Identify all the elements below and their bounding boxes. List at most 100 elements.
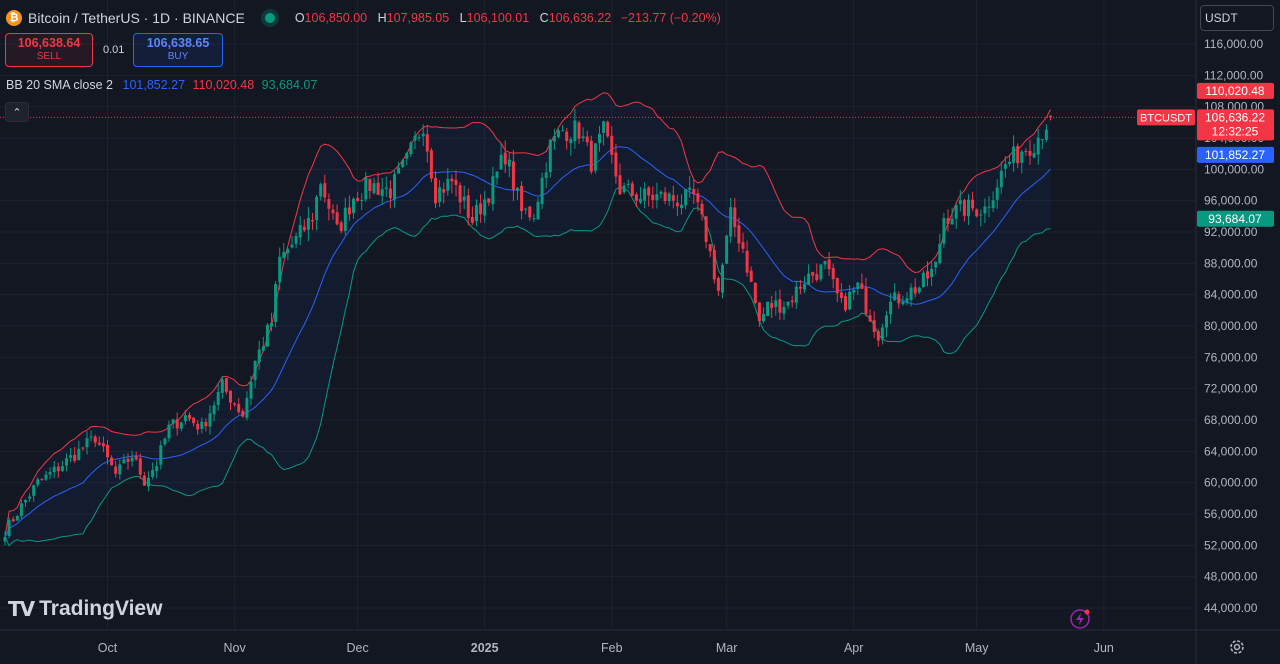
candle-body xyxy=(872,320,876,332)
candle-body xyxy=(815,274,819,281)
candle-body xyxy=(1003,164,1007,169)
candle-body xyxy=(438,187,442,203)
gear-icon[interactable] xyxy=(1228,638,1246,656)
candle xyxy=(593,143,597,174)
lightning-icon[interactable] xyxy=(1069,608,1091,630)
candle-body xyxy=(446,178,450,191)
candle-body xyxy=(134,456,138,460)
candle-body xyxy=(770,303,774,309)
candle-body xyxy=(126,458,130,462)
indicator-name[interactable]: BB 20 SMA close 2 xyxy=(6,78,113,92)
candle-body xyxy=(721,264,724,293)
candle-body xyxy=(15,516,19,521)
candle-body xyxy=(138,458,142,475)
candle-body xyxy=(946,218,950,224)
candle-body xyxy=(569,139,573,144)
symbol-price-tag: BTCUSDT xyxy=(1137,109,1195,126)
candle-body xyxy=(360,199,364,201)
candle-body xyxy=(934,261,938,268)
candle-body xyxy=(487,198,491,203)
candle-body xyxy=(876,331,880,341)
candle-body xyxy=(171,419,175,424)
candle-body xyxy=(19,503,23,517)
candle-body xyxy=(356,197,360,202)
low-value: 106,100.01 xyxy=(466,11,530,25)
candle-body xyxy=(675,202,679,207)
candle-body xyxy=(507,159,511,167)
candle-body xyxy=(737,225,741,244)
candle-body xyxy=(52,466,56,473)
candle xyxy=(819,264,823,282)
candle-body xyxy=(774,300,778,308)
candle-body xyxy=(28,496,32,499)
candle xyxy=(274,281,278,328)
buy-button[interactable]: 106,638.65 BUY xyxy=(133,33,223,67)
candle-body xyxy=(647,187,651,196)
candle-body xyxy=(491,176,495,205)
candle-body xyxy=(602,121,606,133)
buy-label: BUY xyxy=(167,51,189,62)
candle-body xyxy=(659,191,663,194)
price-chart[interactable]: 44,000.00 48,000.00 52,000.00 56,000.00 60,0… xyxy=(0,0,1280,664)
live-status-icon xyxy=(264,13,275,23)
collapse-legend-button[interactable]: ⌃ xyxy=(5,102,29,122)
sell-button[interactable]: 106,638.64 SELL xyxy=(5,33,93,67)
candle-body xyxy=(479,203,483,215)
candle-body xyxy=(983,206,987,214)
candle-body xyxy=(347,207,351,215)
high-label: H xyxy=(377,11,387,25)
candle xyxy=(548,139,552,178)
x-tick-label: Nov xyxy=(223,641,246,655)
candle-body xyxy=(548,139,552,173)
candle-body xyxy=(749,270,753,282)
candle-body xyxy=(233,403,237,405)
candle-body xyxy=(3,537,7,542)
candle-body xyxy=(265,324,269,347)
candle-body xyxy=(458,185,462,203)
candle-body xyxy=(331,209,335,214)
symbol-title[interactable]: Bitcoin / TetherUS · 1D · BINANCE xyxy=(28,10,245,26)
x-tick-label: Jun xyxy=(1094,641,1114,655)
bollinger-band-fill xyxy=(5,92,1051,546)
candle-body xyxy=(253,360,257,381)
tradingview-mark-icon: TV xyxy=(8,597,35,621)
candle-body xyxy=(1040,139,1044,141)
candle-body xyxy=(220,379,224,393)
change-value: −213.77 (−0.20%) xyxy=(620,11,721,25)
y-tick-label: 96,000.00 xyxy=(1204,194,1258,208)
candle-body xyxy=(499,154,503,170)
candle-body xyxy=(417,137,421,139)
candle-body xyxy=(860,283,864,289)
candle-body xyxy=(36,479,40,485)
last-price-axis-label-text: 106,636.22 xyxy=(1205,110,1265,124)
candle-body xyxy=(561,130,565,132)
buy-price: 106,638.65 xyxy=(146,36,210,50)
candle-body xyxy=(585,136,589,143)
candle-body xyxy=(889,301,893,315)
candle-body xyxy=(384,187,388,189)
candle-body xyxy=(704,216,708,242)
candle-body xyxy=(696,193,700,203)
candle xyxy=(261,336,265,352)
candle-body xyxy=(393,174,396,200)
bollinger-lower-band xyxy=(4,186,1051,547)
candle-body xyxy=(274,284,278,323)
candle-body xyxy=(516,187,519,191)
currency-label: USDT xyxy=(1205,11,1238,25)
indicator-legend[interactable]: BB 20 SMA close 2 101,852.27 110,020.48 … xyxy=(6,78,317,92)
candle-body xyxy=(224,378,228,392)
currency-selector[interactable]: USDT xyxy=(1200,5,1274,31)
candle-body xyxy=(532,218,536,220)
candle-body xyxy=(466,195,470,218)
candle-body xyxy=(634,194,638,201)
candle-body xyxy=(483,199,487,216)
candle-body xyxy=(503,152,507,165)
candle-body xyxy=(913,287,917,294)
candle-body xyxy=(163,438,167,445)
y-tick-label: 116,000.00 xyxy=(1204,37,1263,51)
candle-body xyxy=(1020,151,1024,163)
candle-body xyxy=(565,131,569,141)
candle-body xyxy=(741,242,745,249)
candle-body xyxy=(778,299,782,313)
candle-body xyxy=(97,442,101,445)
